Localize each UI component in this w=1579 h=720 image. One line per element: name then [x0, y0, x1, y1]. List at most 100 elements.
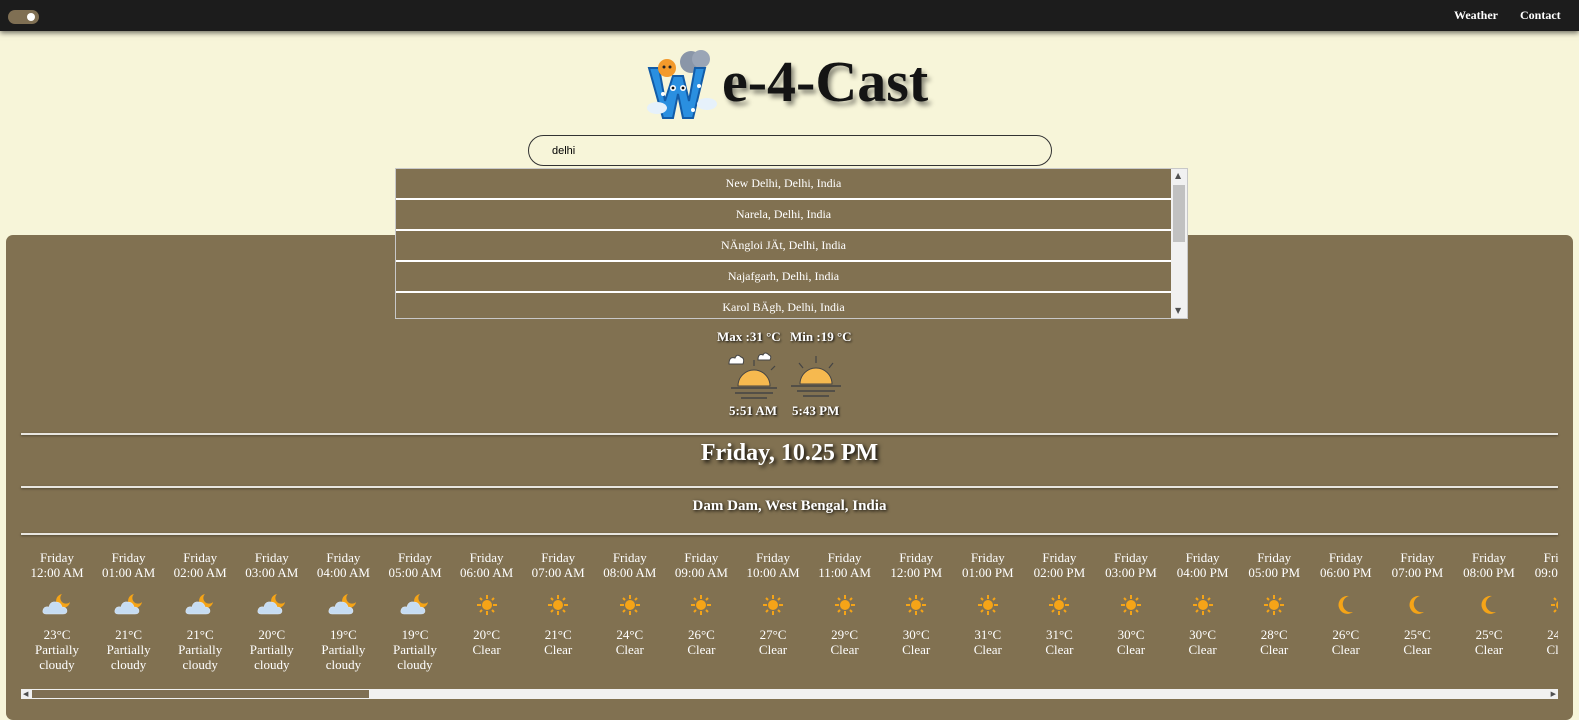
sun-icon [451, 593, 523, 617]
sun-icon [1095, 593, 1167, 617]
forecast-day: Friday [1328, 550, 1363, 565]
hourly-forecast-item: Friday 06:00 AM 20°C Clear [451, 550, 523, 657]
forecast-condition: Clear [1474, 642, 1504, 657]
forecast-time: 09:00 AM [674, 565, 728, 580]
divider [21, 433, 1558, 435]
forecast-day: Friday [1114, 550, 1148, 565]
min-temp: Min :19 °C [790, 329, 852, 344]
forecast-temp: 30°C [1189, 627, 1217, 642]
forecast-time: 11:00 AM [818, 565, 871, 580]
suggestion-item[interactable]: Narela, Delhi, India [396, 200, 1171, 230]
hourly-scrollbar[interactable]: ◀ ▶ [21, 689, 1558, 699]
hourly-forecast-strip[interactable]: Friday 12:00 AM 23°C Partially cloudy Friday… [21, 550, 1558, 685]
forecast-day: Friday [684, 550, 719, 565]
forecast-temp: 31°C [974, 627, 1002, 642]
forecast-day: Friday [827, 550, 862, 565]
hourly-forecast-item: Friday 04:00 AM 19°C Partially cloudy [307, 550, 379, 672]
forecast-condition: Partially cloudy [249, 642, 294, 672]
scroll-right-icon[interactable]: ▶ [1551, 689, 1556, 699]
scroll-up-icon[interactable]: ▲ [1175, 171, 1181, 180]
hourly-forecast-item: Friday 07:00 PM 25°C Clear [1381, 550, 1453, 657]
forecast-temp: 25°C [1403, 627, 1431, 642]
sun-icon [737, 593, 809, 617]
scrollbar-thumb[interactable] [32, 690, 369, 698]
suggestion-item[interactable]: New Delhi, Delhi, India [396, 169, 1171, 199]
hourly-forecast-item: Friday 08:00 AM 24°C Clear [594, 550, 666, 657]
forecast-time: 04:00 PM [1176, 565, 1229, 580]
forecast-temp: 26°C [1332, 627, 1360, 642]
forecast-temp: 21°C [115, 627, 143, 642]
sunrise-icon [728, 352, 777, 399]
forecast-condition: Clear [1331, 642, 1360, 657]
forecast-day: Friday [1257, 550, 1292, 565]
scroll-down-icon[interactable]: ▼ [1175, 306, 1181, 315]
moon-icon [1381, 593, 1453, 617]
hourly-forecast-item: Friday 01:00 AM 21°C Partially cloudy [93, 550, 165, 672]
suggestions-scrollbar[interactable]: ▲ ▼ [1171, 169, 1187, 318]
forecast-condition: Clear [1546, 642, 1558, 657]
forecast-temp: 28°C [1260, 627, 1288, 642]
weather-mascot-logo-icon [647, 50, 717, 119]
sunrise-time: 5:51 AM [729, 403, 778, 418]
scroll-left-icon[interactable]: ◀ [23, 689, 28, 699]
scrollbar-thumb[interactable] [1173, 185, 1185, 242]
hourly-forecast-item: Friday 02:00 PM 31°C Clear [1023, 550, 1095, 657]
hourly-forecast-item: Friday 05:00 PM 28°C Clear [1238, 550, 1310, 657]
hourly-forecast-item: Friday 12:00 PM 30°C Clear [880, 550, 952, 657]
forecast-time: 06:00 AM [460, 565, 514, 580]
forecast-temp: 19°C [329, 627, 357, 642]
forecast-temp: 23°C [43, 627, 71, 642]
forecast-time: 03:00 PM [1105, 565, 1157, 580]
sun-icon [665, 593, 737, 617]
forecast-day: Friday [254, 550, 289, 565]
suggestion-item[interactable]: Najafgarh, Delhi, India [396, 262, 1171, 292]
forecast-condition: Clear [902, 642, 931, 657]
forecast-day: Friday [111, 550, 146, 565]
forecast-time: 02:00 AM [173, 565, 227, 580]
forecast-temp: 30°C [902, 627, 930, 642]
forecast-temp: 26°C [687, 627, 715, 642]
moon-icon [1453, 593, 1525, 617]
suggestion-item[interactable]: NÄngloi JÄt, Delhi, India [396, 231, 1171, 261]
sun-icon [1525, 593, 1558, 617]
sunset-time: 5:43 PM [792, 403, 840, 418]
forecast-time: 03:00 AM [245, 565, 299, 580]
hourly-forecast-item: Friday 07:00 AM 21°C Clear [522, 550, 594, 657]
hourly-forecast-item: Friday 02:00 AM 21°C Partially cloudy [164, 550, 236, 672]
forecast-condition: Clear [830, 642, 859, 657]
sun-icon [1238, 593, 1310, 617]
forecast-day: Friday [970, 550, 1005, 565]
forecast-day: Friday [1543, 550, 1558, 565]
current-location: Dam Dam, West Bengal, India [692, 498, 887, 514]
suggestion-item[interactable]: Karol BÄgh, Delhi, India [396, 293, 1171, 318]
forecast-condition: Clear [1116, 642, 1146, 657]
hourly-forecast-item: Friday 11:00 AM 29°C Clear [809, 550, 881, 657]
forecast-condition: Clear [472, 642, 501, 657]
forecast-day: Friday [1042, 550, 1077, 565]
forecast-temp: 19°C [401, 627, 429, 642]
max-temp: Max :31 °C [717, 329, 781, 344]
divider [21, 533, 1558, 535]
hourly-forecast-item: Friday 10:00 AM 27°C Clear [737, 550, 809, 657]
forecast-time: 10:00 AM [746, 565, 800, 580]
city-search-input[interactable] [528, 135, 1052, 166]
partly-cloudy-night-icon [379, 593, 451, 617]
nav-link-weather[interactable]: Weather [1454, 8, 1498, 23]
sunset-icon [791, 356, 841, 397]
forecast-day: Friday [1472, 550, 1506, 565]
forecast-condition: Clear [544, 642, 573, 657]
theme-toggle[interactable] [8, 10, 39, 24]
forecast-day: Friday [899, 550, 934, 565]
nav-link-contact[interactable]: Contact [1520, 8, 1561, 23]
forecast-condition: Clear [1260, 642, 1289, 657]
hourly-forecast-item: Friday 04:00 PM 30°C Clear [1167, 550, 1239, 657]
forecast-time: 08:00 PM [1463, 565, 1515, 580]
forecast-temp: 21°C [186, 627, 214, 642]
app-logo: e-4-Cast [645, 44, 945, 124]
sun-icon [1167, 593, 1239, 617]
forecast-day: Friday [756, 550, 790, 565]
forecast-temp: 27°C [759, 627, 787, 642]
forecast-time: 02:00 PM [1033, 565, 1086, 580]
forecast-condition: Clear [1188, 642, 1217, 657]
forecast-day: Friday [469, 550, 504, 565]
